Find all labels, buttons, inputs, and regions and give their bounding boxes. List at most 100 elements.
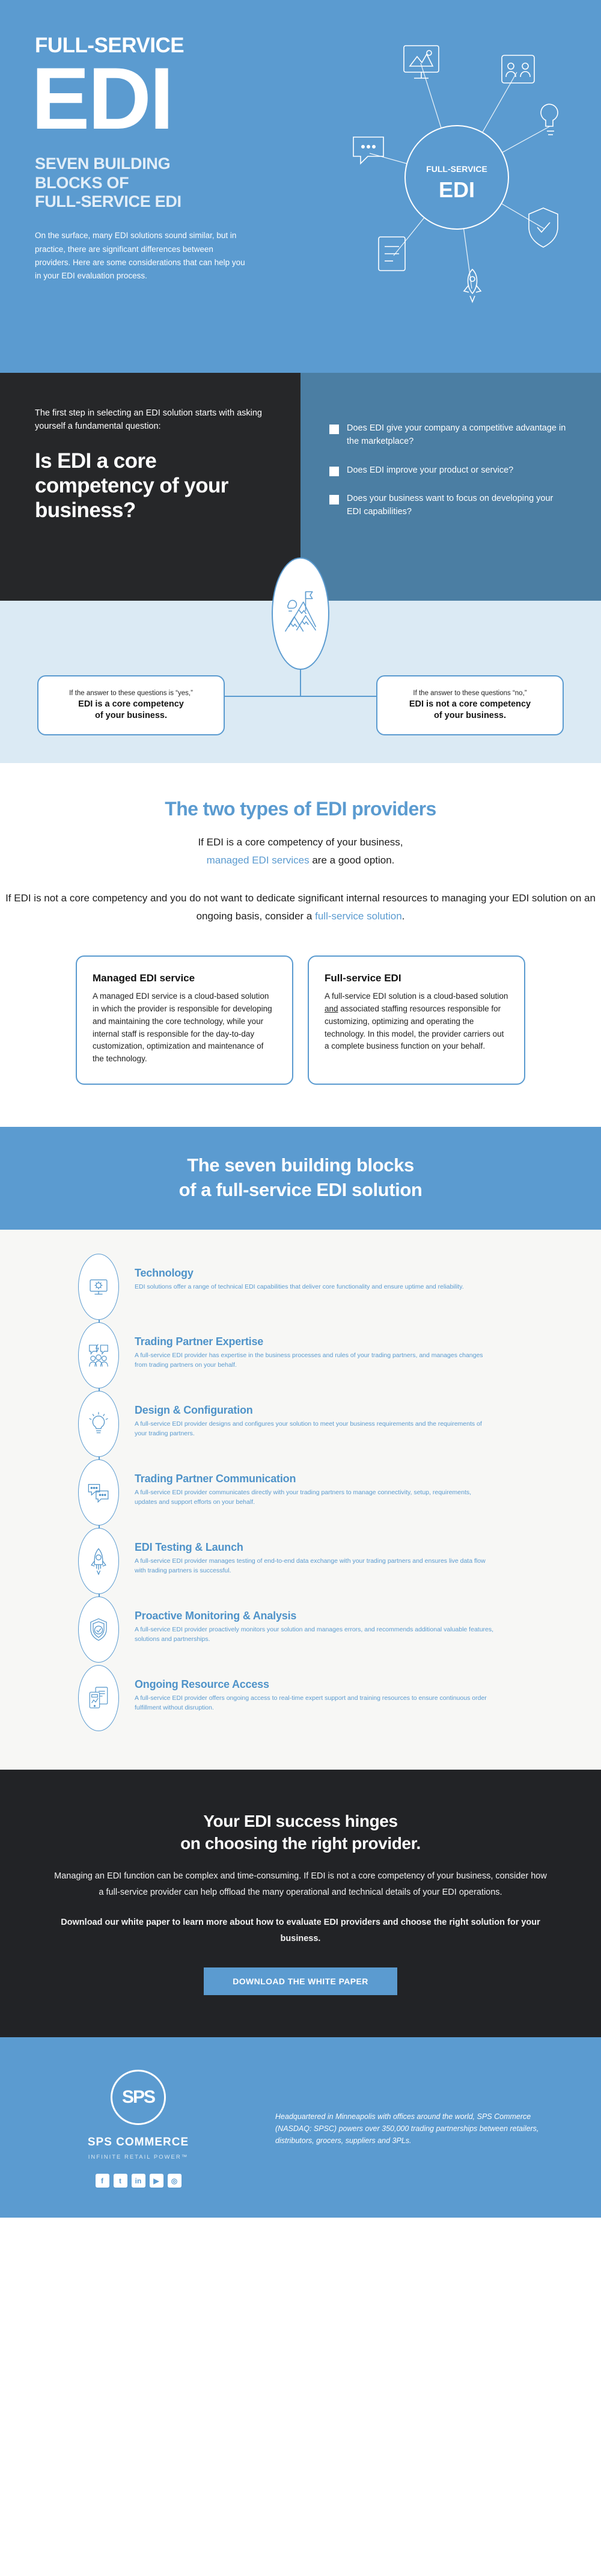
block-description: A full-service EDI provider manages test… — [135, 1557, 486, 1574]
card-body: A full-service EDI solution is a cloud-b… — [325, 990, 508, 1053]
hero-monitor-icon — [403, 45, 439, 79]
types-p1-before: If EDI is a core competency of your busi… — [198, 836, 403, 848]
answer-yes-line2: of your business. — [94, 710, 168, 720]
footer-section: SPS SPS COMMERCE INFINITE RETAIL POWER™ … — [0, 2037, 601, 2218]
building-block-item: EDI Testing & Launch A full-service EDI … — [0, 1527, 601, 1594]
types-p2-after: . — [401, 910, 405, 922]
speech-bubbles-icon — [78, 1459, 119, 1526]
answer-no-line2: of your business. — [433, 710, 507, 720]
answer-box-yes: If the answer to these questions is “yes… — [37, 675, 225, 736]
card-body: A managed EDI service is a cloud-based s… — [93, 991, 272, 1064]
block-title: Technology — [135, 1266, 194, 1279]
footer-description: Headquartered in Minneapolis with office… — [275, 2112, 539, 2145]
block-title: Ongoing Resource Access — [135, 1678, 269, 1690]
hero-badge-bottom: EDI — [439, 177, 475, 202]
building-block-item: Design & Configuration A full-service ED… — [0, 1390, 601, 1457]
block-title: Design & Configuration — [135, 1403, 253, 1416]
blocks-banner-line2: of a full-service EDI solution — [178, 1179, 423, 1200]
card-body-underline: and — [325, 1004, 338, 1013]
answers-section: If the answer to these questions is “yes… — [0, 557, 601, 763]
footer-brand: SPS SPS COMMERCE INFINITE RETAIL POWER™ … — [36, 2070, 240, 2188]
building-block-item: Proactive Monitoring & Analysis A full-s… — [0, 1596, 601, 1663]
footer-description-wrap: Headquartered in Minneapolis with office… — [264, 2111, 565, 2147]
sps-logo-text: SPS — [121, 2087, 156, 2108]
checkbox-icon[interactable] — [329, 466, 339, 476]
types-p1-after: are a good option. — [309, 854, 395, 866]
block-title: Trading Partner Communication — [135, 1472, 296, 1485]
checkbox-icon[interactable] — [329, 495, 339, 505]
block-description: A full-service EDI provider communicates… — [135, 1488, 472, 1506]
people-chat-icon — [78, 1322, 119, 1388]
answer-no-lead: If the answer to these questions “no,” — [413, 689, 527, 697]
hero-title: EDI — [31, 49, 174, 147]
mobile-report-icon — [78, 1664, 119, 1731]
card-body-part2: associated staffing resources responsibl… — [325, 1004, 504, 1051]
building-block-item: Trading Partner Communication A full-ser… — [0, 1459, 601, 1526]
card-title: Managed EDI service — [93, 972, 195, 984]
card-body-part1: A full-service EDI solution is a cloud-b… — [325, 991, 508, 1001]
sps-logo-icon: SPS — [111, 2070, 166, 2126]
youtube-icon[interactable]: ▶ — [149, 2174, 163, 2188]
cta-paragraph-2: Download our white paper to learn more a… — [61, 1918, 540, 1944]
checklist-item-label: Does EDI improve your product or service… — [347, 465, 514, 475]
hero-badge-top: FULL-SERVICE — [426, 164, 487, 174]
facebook-icon[interactable]: f — [95, 2174, 109, 2188]
question-left-panel: The first step in selecting an EDI solut… — [0, 373, 300, 601]
cta-heading-line1: Your EDI success hinges — [203, 1811, 398, 1830]
answer-box-no: If the answer to these questions “no,” E… — [376, 675, 564, 736]
linkedin-icon[interactable]: in — [131, 2174, 145, 2188]
mountain-flag-icon — [272, 557, 329, 670]
blocks-banner: The seven building blocks of a full-serv… — [0, 1127, 601, 1230]
instagram-icon[interactable]: ◎ — [167, 2174, 182, 2188]
twitter-icon[interactable]: t — [113, 2174, 127, 2188]
company-name: SPS COMMERCE — [87, 2136, 189, 2149]
two-types-paragraph-1: If EDI is a core competency of your busi… — [0, 833, 601, 869]
managed-edi-services-link[interactable]: managed EDI services — [207, 854, 310, 866]
block-description: A full-service EDI provider offers ongoi… — [135, 1694, 487, 1711]
building-block-item: Technology EDI solutions offer a range o… — [0, 1253, 601, 1320]
hero-chat-icon — [353, 136, 384, 165]
building-blocks-section: Technology EDI solutions offer a range o… — [0, 1229, 601, 1770]
hero-text-block: FULL-SERVICE EDI SEVEN BUILDING BLOCKS O… — [31, 35, 311, 283]
hero-paragraph: On the surface, many EDI solutions sound… — [35, 231, 245, 281]
hero-illustration: FULL-SERVICE EDI — [331, 36, 583, 319]
checklist-item[interactable]: Does EDI give your company a competitive… — [329, 422, 570, 449]
answer-no-line1: EDI is not a core competency — [409, 699, 531, 709]
block-title: Proactive Monitoring & Analysis — [135, 1609, 297, 1622]
download-white-paper-button[interactable]: DOWNLOAD THE WHITE PAPER — [204, 1967, 397, 1996]
hero-subtitle-line3: FULL-SERVICE EDI — [35, 192, 182, 210]
card-full-service-edi: Full-service EDI A full-service EDI solu… — [308, 955, 525, 1085]
hero-section: FULL-SERVICE EDI SEVEN BUILDING BLOCKS O… — [0, 0, 601, 373]
types-p2-before: If EDI is not a core competency and you … — [5, 892, 596, 922]
hero-subtitle-line1: SEVEN BUILDING — [35, 155, 171, 173]
rocket-icon — [78, 1527, 119, 1594]
checklist-item[interactable]: Does EDI improve your product or service… — [329, 464, 570, 477]
checkbox-icon[interactable] — [329, 425, 339, 434]
block-title: Trading Partner Expertise — [135, 1335, 264, 1348]
two-types-section: The two types of EDI providers If EDI is… — [0, 762, 601, 1127]
hero-rocket-icon — [463, 268, 482, 304]
hero-people-icon — [501, 55, 535, 84]
monitor-gear-icon — [78, 1253, 119, 1320]
card-title: Full-service EDI — [325, 972, 401, 984]
answer-yes-lead: If the answer to these questions is “yes… — [69, 689, 193, 697]
hero-subtitle-line2: BLOCKS OF — [35, 173, 129, 192]
blocks-banner-line1: The seven building blocks — [187, 1155, 414, 1176]
two-types-heading: The two types of EDI providers — [165, 797, 436, 820]
block-description: A full-service EDI provider designs and … — [135, 1420, 482, 1437]
provider-type-cards: Managed EDI service A managed EDI servic… — [0, 955, 601, 1085]
cta-heading: Your EDI success hinges on choosing the … — [54, 1811, 547, 1855]
building-block-item: Trading Partner Expertise A full-service… — [0, 1322, 601, 1388]
lightbulb-icon — [78, 1390, 119, 1457]
hero-subtitle: SEVEN BUILDING BLOCKS OF FULL-SERVICE ED… — [35, 155, 311, 211]
full-service-solution-link[interactable]: full-service solution — [315, 910, 402, 922]
shield-check-icon — [78, 1596, 119, 1663]
block-description: A full-service EDI provider has expertis… — [135, 1351, 483, 1369]
infographic-page: FULL-SERVICE EDI SEVEN BUILDING BLOCKS O… — [0, 0, 601, 2218]
hero-document-icon — [378, 236, 406, 271]
checklist-item[interactable]: Does your business want to focus on deve… — [329, 492, 570, 519]
card-managed-edi-service: Managed EDI service A managed EDI servic… — [76, 955, 293, 1085]
question-headline: Is EDI a core competency of your busines… — [35, 449, 228, 522]
building-block-item: Ongoing Resource Access A full-service E… — [0, 1664, 601, 1731]
block-title: EDI Testing & Launch — [135, 1541, 243, 1553]
